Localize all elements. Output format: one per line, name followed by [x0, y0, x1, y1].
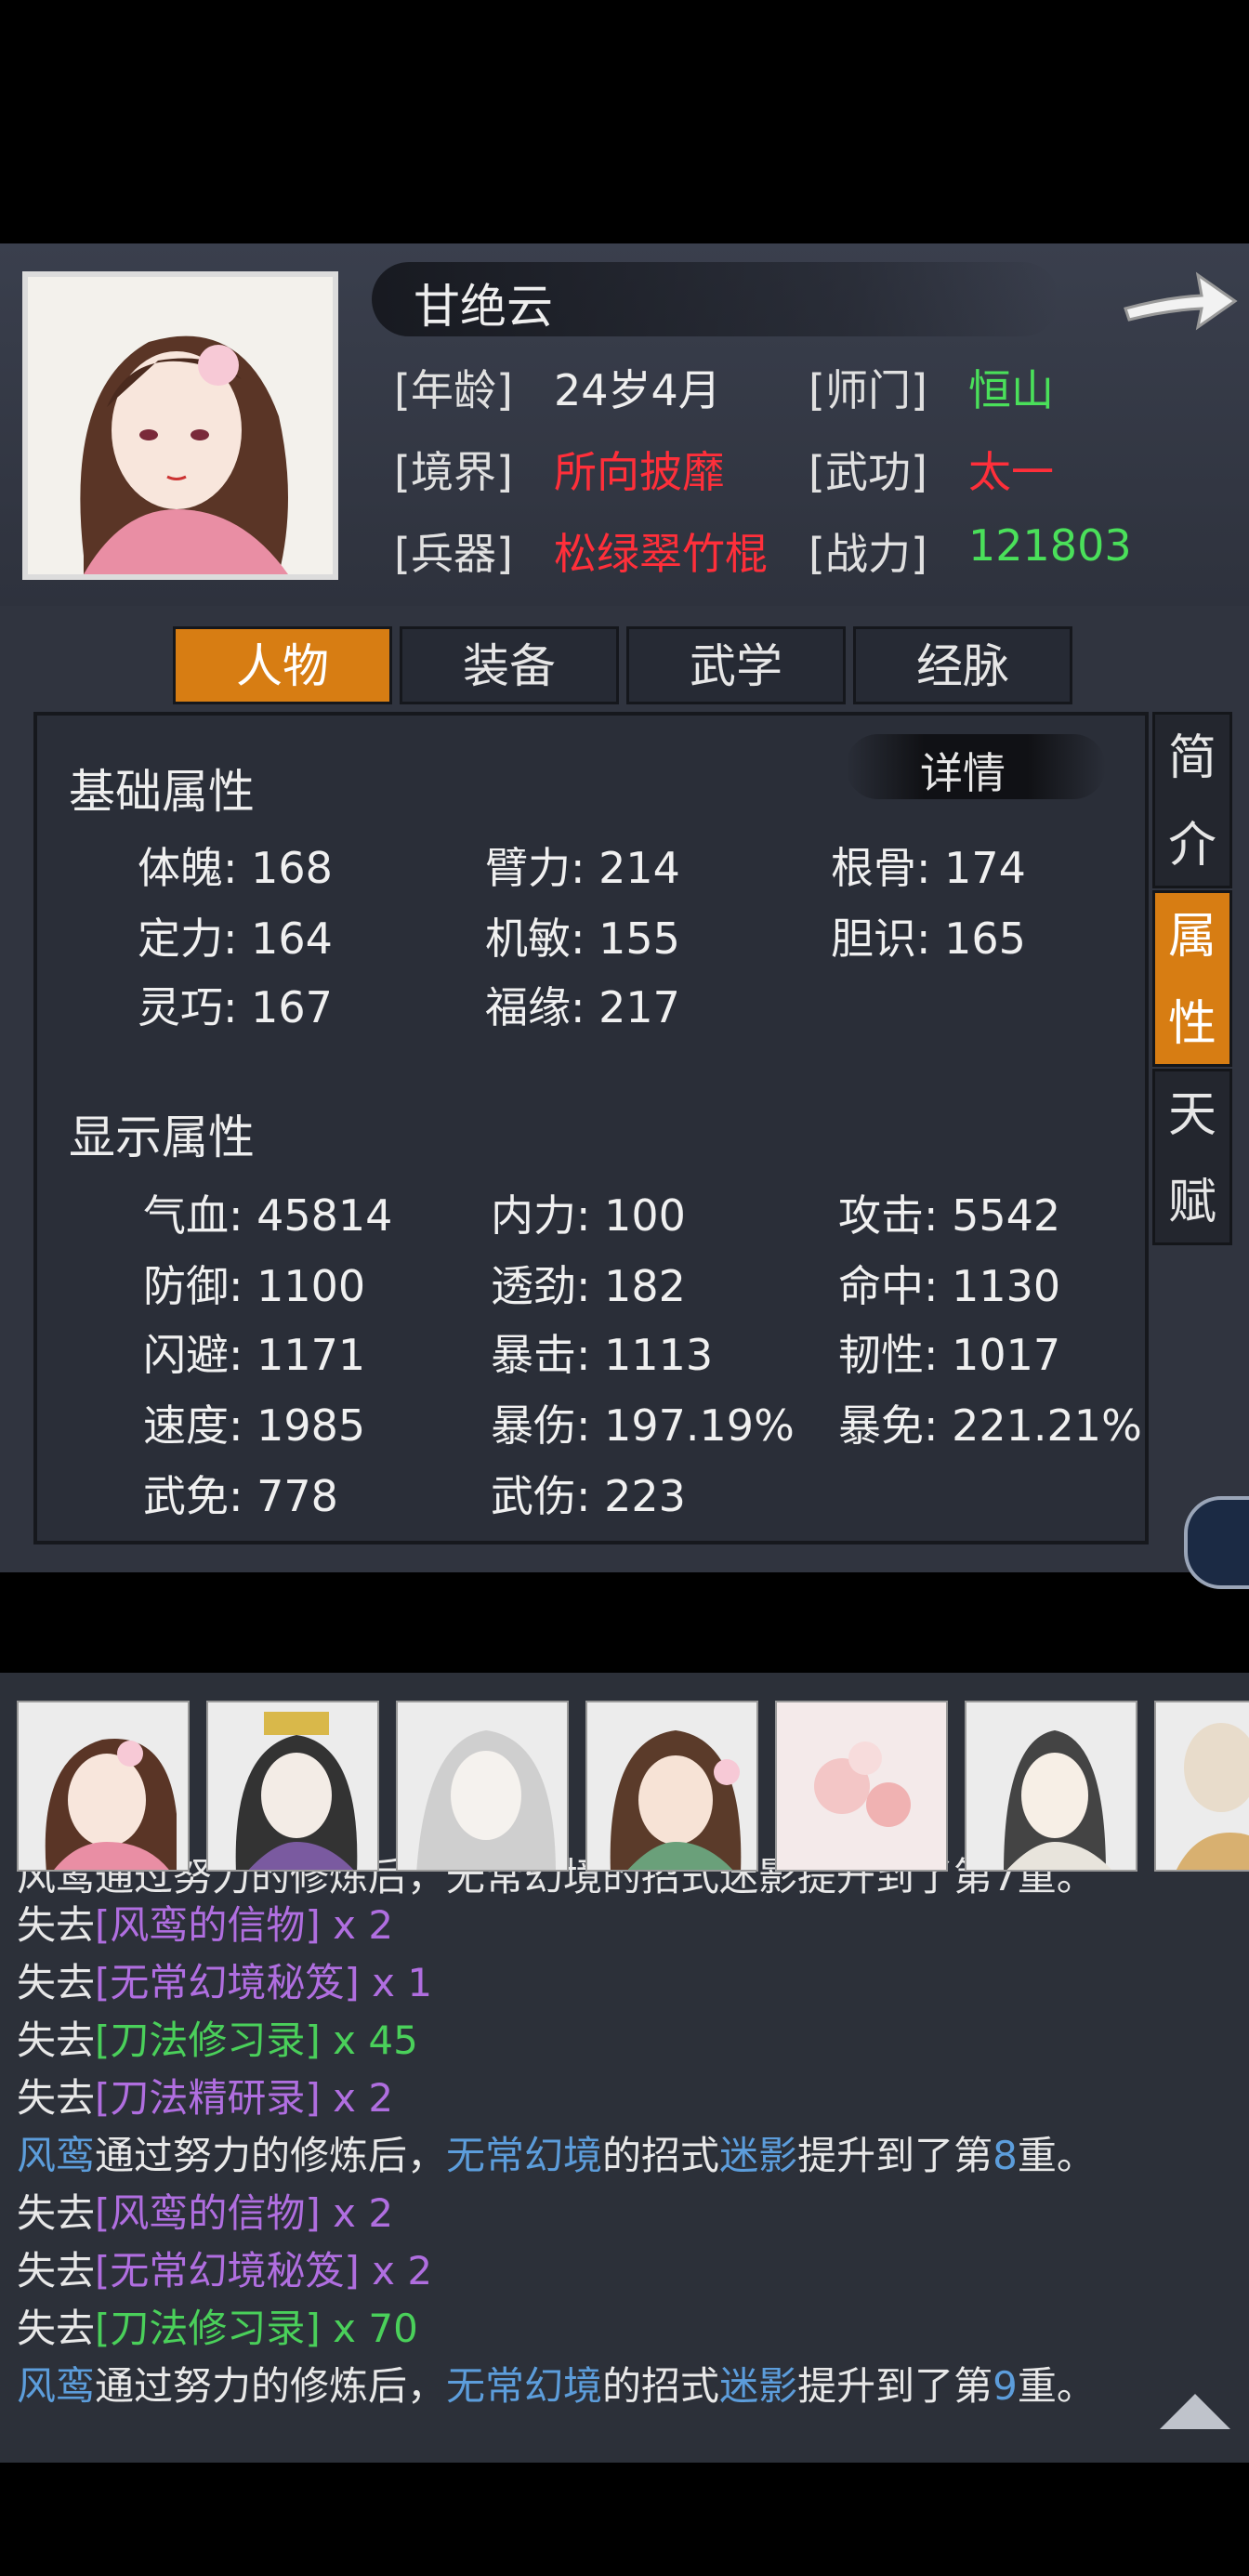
weapon-value: 松绿翠竹棍	[554, 529, 768, 579]
portrait-art	[610, 1730, 742, 1870]
attr-item: 透劲: 182	[491, 1261, 686, 1311]
attr-item: 暴免: 221.21%	[838, 1400, 1142, 1451]
side-tab-attributes[interactable]: 属 性	[1152, 890, 1232, 1067]
party-member-portrait[interactable]	[775, 1701, 948, 1872]
attr-item: 武免: 778	[143, 1471, 338, 1521]
portrait-art	[777, 1702, 946, 1870]
log-line: 失去[刀法修习录] x 70	[17, 2306, 418, 2351]
side-tab-char: 性	[1167, 996, 1216, 1052]
attr-item: 机敏: 155	[485, 913, 680, 964]
side-tab-char: 属	[1167, 909, 1216, 965]
portrait-art	[1177, 1723, 1249, 1870]
party-member-portrait[interactable]	[1154, 1701, 1249, 1872]
attr-item: 韧性: 1017	[838, 1330, 1061, 1380]
log-line: 风鸾通过努力的修炼后，无常幻境的招式迷影提升到了第9重。	[17, 2363, 1096, 2409]
skill-value: 太一	[968, 447, 1054, 497]
party-roster	[17, 1701, 1249, 1872]
party-member-portrait[interactable]	[585, 1701, 758, 1872]
side-tab-char: 赋	[1167, 1175, 1216, 1230]
party-member-portrait[interactable]	[17, 1701, 190, 1872]
realm-value: 所向披靡	[554, 447, 725, 497]
tab-character[interactable]: 人物	[173, 626, 392, 704]
party-member-portrait[interactable]	[965, 1701, 1137, 1872]
attr-item: 定力: 164	[138, 913, 333, 964]
basic-attributes-title: 基础属性	[69, 765, 255, 819]
attr-item: 福缘: 217	[485, 982, 680, 1032]
log-line: 失去[风鸾的信物] x 2	[17, 1902, 394, 1948]
collapse-log-triangle-icon[interactable]	[1160, 2394, 1230, 2429]
realm-label: [境界]	[394, 447, 513, 497]
portrait-art	[45, 1739, 177, 1870]
attr-item: 内力: 100	[491, 1190, 686, 1241]
portrait-art	[416, 1730, 556, 1870]
portrait-art	[235, 1712, 358, 1870]
attr-item: 暴伤: 197.19%	[491, 1400, 795, 1451]
log-line: 失去[刀法精研录] x 2	[17, 2075, 394, 2121]
power-value: 121803	[968, 520, 1132, 571]
school-label: [师门]	[809, 365, 927, 415]
side-tab-intro[interactable]: 简 介	[1152, 712, 1232, 888]
log-line: 风鸾通过努力的修炼后，无常幻境的招式迷影提升到了第8重。	[17, 2133, 1096, 2178]
party-member-portrait[interactable]	[206, 1701, 379, 1872]
attr-item: 速度: 1985	[143, 1400, 366, 1451]
party-member-portrait[interactable]	[396, 1701, 569, 1872]
character-portrait[interactable]	[22, 271, 338, 580]
power-label: [战力]	[809, 529, 927, 579]
portrait-art	[80, 335, 288, 574]
log-line: 失去[刀法修习录] x 45	[17, 2017, 418, 2063]
side-tab-char: 简	[1167, 730, 1216, 786]
attr-item: 命中: 1130	[838, 1261, 1061, 1311]
attr-item: 攻击: 5542	[838, 1190, 1061, 1241]
tab-meridians[interactable]: 经脉	[853, 626, 1072, 704]
attr-item: 武伤: 223	[491, 1471, 686, 1521]
character-header: 甘绝云 [年龄] 24岁4月 [师门] 恒山 [境界] 所向披靡 [武功] 太一…	[0, 243, 1249, 606]
age-value: 24岁4月	[554, 365, 721, 415]
attr-item: 闪避: 1171	[143, 1330, 366, 1380]
age-label: [年龄]	[394, 365, 513, 415]
tab-equipment[interactable]: 装备	[400, 626, 619, 704]
attr-item: 灵巧: 167	[138, 982, 333, 1032]
display-attributes-title: 显示属性	[69, 1111, 255, 1164]
side-tab-char: 介	[1167, 818, 1216, 874]
log-line: 失去[风鸾的信物] x 2	[17, 2190, 394, 2236]
side-tab-char: 天	[1167, 1087, 1216, 1143]
attr-item: 体魄: 168	[138, 843, 333, 893]
attr-item: 根骨: 174	[831, 843, 1026, 893]
attr-item: 臂力: 214	[485, 843, 680, 893]
attr-item: 胆识: 165	[831, 913, 1026, 964]
character-name: 甘绝云	[414, 280, 553, 334]
attr-item: 气血: 45814	[143, 1190, 393, 1241]
log-line: 失去[无常幻境秘笈] x 2	[17, 2248, 433, 2293]
weapon-label: [兵器]	[394, 529, 513, 579]
portrait-art	[1004, 1730, 1112, 1870]
book-icon[interactable]	[1184, 1496, 1249, 1589]
tab-martial-arts[interactable]: 武学	[626, 626, 846, 704]
detail-button[interactable]: 详情	[920, 740, 1006, 801]
school-value: 恒山	[968, 365, 1054, 415]
next-character-arrow-icon[interactable]	[1120, 264, 1241, 338]
log-line: 失去[无常幻境秘笈] x 1	[17, 1960, 433, 2005]
attr-item: 防御: 1100	[143, 1261, 366, 1311]
side-tab-talents[interactable]: 天 赋	[1152, 1069, 1232, 1245]
flower-icon	[198, 345, 239, 386]
skill-label: [武功]	[809, 447, 927, 497]
attr-item: 暴击: 1113	[491, 1330, 714, 1380]
